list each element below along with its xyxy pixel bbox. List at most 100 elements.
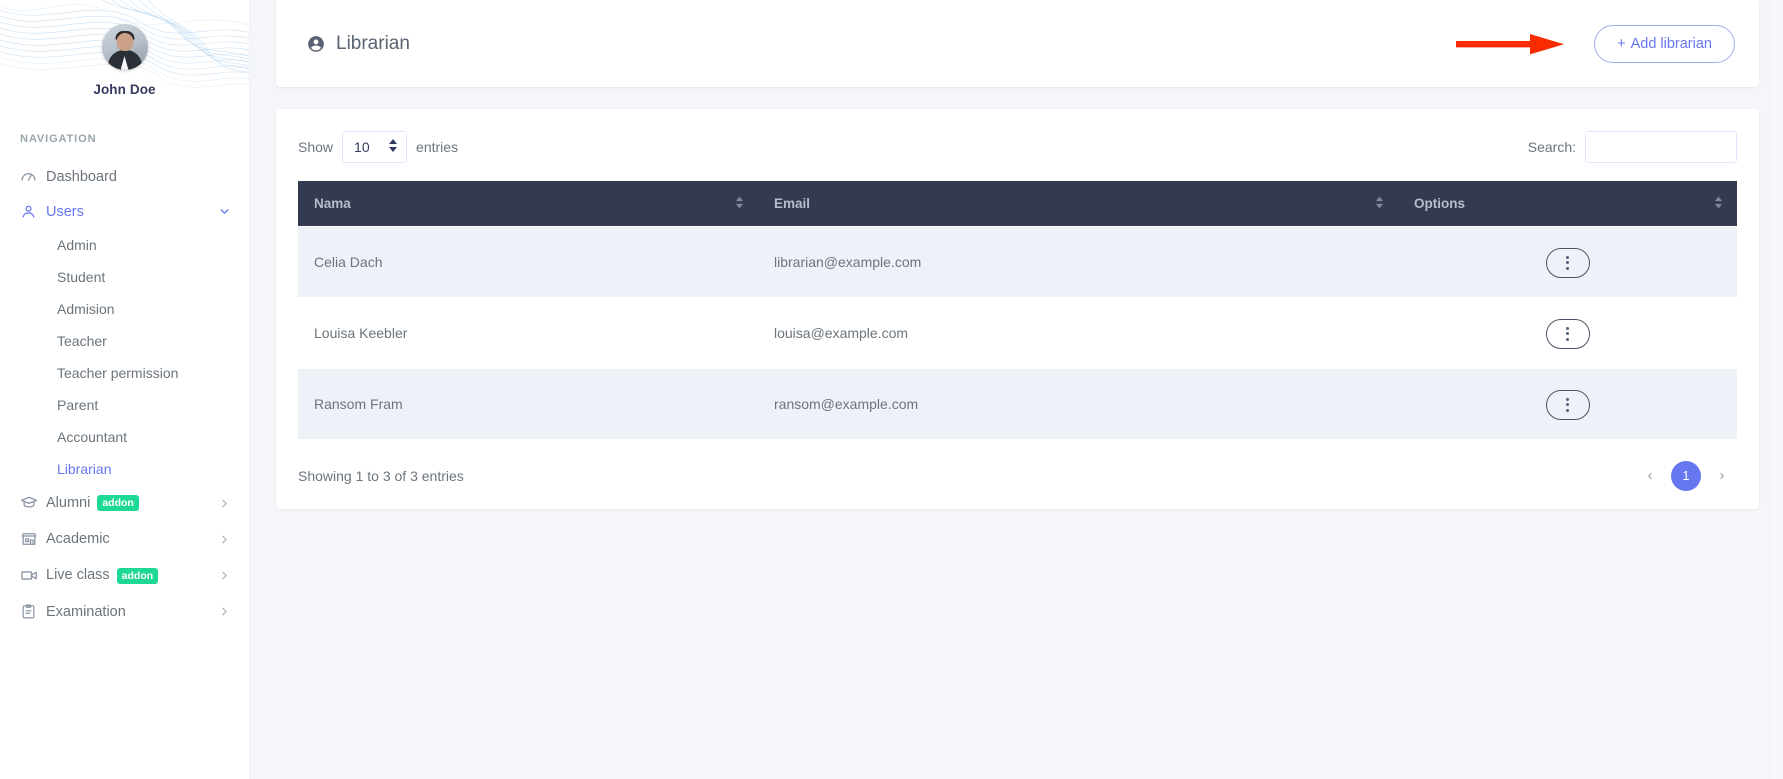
chevron-right-icon: [218, 605, 231, 618]
table-row: Celia Dach librarian@example.com: [298, 226, 1737, 298]
main-content: Librarian + Add librarian Show 10 entrie…: [250, 0, 1783, 779]
cell-email: librarian@example.com: [758, 226, 1398, 298]
addon-badge: addon: [97, 495, 139, 512]
search-label: Search:: [1527, 139, 1576, 155]
chevron-right-icon: [218, 497, 231, 510]
add-librarian-label: Add librarian: [1630, 35, 1712, 52]
column-header-label: Nama: [314, 196, 351, 211]
column-header-options[interactable]: Options: [1398, 181, 1737, 227]
column-header-email[interactable]: Email: [758, 181, 1398, 227]
table-head: Nama Email Options: [298, 181, 1737, 227]
sidebar-item-text: Live class: [46, 567, 110, 584]
page-length-select[interactable]: 10 25 50 100: [342, 131, 408, 163]
cell-name: Celia Dach: [298, 226, 758, 298]
add-librarian-button[interactable]: + Add librarian: [1594, 24, 1735, 63]
row-options-button[interactable]: [1545, 247, 1590, 278]
page-scrollbar[interactable]: [1773, 0, 1783, 779]
sidebar-item-label: Alumni addon: [46, 494, 218, 512]
sort-icon: [1714, 195, 1723, 212]
sidebar-subitem-teacher[interactable]: Teacher: [0, 325, 249, 357]
user-icon: [20, 203, 46, 220]
datatable-controls: Show 10 25 50 100: [298, 131, 1737, 181]
pagination-prev-button[interactable]: ‹: [1635, 461, 1665, 491]
sidebar-subitem-accountant[interactable]: Accountant: [0, 421, 249, 453]
page-header-actions: + Add librarian: [1456, 24, 1735, 63]
entries-label: entries: [416, 139, 459, 155]
sort-icon: [1375, 195, 1384, 212]
addon-badge: addon: [116, 567, 159, 584]
sidebar-item-label: Live class addon: [46, 567, 218, 584]
pagination: ‹ 1 ›: [1635, 460, 1737, 491]
cell-name: Louisa Keebler: [298, 296, 758, 369]
cell-email: ransom@example.com: [758, 367, 1398, 439]
column-header-label: Email: [774, 196, 811, 211]
sidebar-item-academic[interactable]: Academic: [0, 521, 249, 557]
clipboard-icon: [20, 603, 46, 620]
row-options-button[interactable]: [1545, 389, 1590, 420]
users-submenu: Admin Student Admision Teacher Teacher p…: [0, 229, 249, 485]
user-circle-icon: [306, 34, 326, 54]
sidebar-item-label: Users: [46, 203, 84, 220]
librarian-table: Nama Email Options Celia Dach librarian@…: [298, 181, 1737, 439]
datatable-search-control: Search:: [1528, 131, 1737, 163]
pagination-next-button[interactable]: ›: [1707, 461, 1737, 491]
sidebar-subitem-admision[interactable]: Admision: [0, 293, 249, 325]
nav-list: Dashboard Users Admin Student Admision T…: [0, 159, 249, 629]
plus-icon: +: [1617, 35, 1626, 52]
table-row: Louisa Keebler louisa@example.com: [298, 296, 1737, 369]
sidebar-content: John Doe NAVIGATION Dashboard Users Admi…: [0, 0, 249, 779]
sidebar-item-live-class[interactable]: Live class addon: [0, 557, 249, 594]
table-row: Ransom Fram ransom@example.com: [298, 367, 1737, 439]
chevron-right-icon: [218, 569, 231, 582]
datatable-footer: Showing 1 to 3 of 3 entries ‹ 1 ›: [298, 439, 1737, 491]
search-input[interactable]: [1585, 131, 1737, 163]
users-submenu-list: Admin Student Admision Teacher Teacher p…: [0, 229, 249, 485]
chevron-right-icon: [218, 533, 231, 546]
annotation-arrow-icon: [1456, 33, 1564, 54]
cell-email: louisa@example.com: [758, 296, 1398, 369]
sidebar-subitem-admin[interactable]: Admin: [0, 229, 249, 261]
cell-options: [1398, 367, 1737, 439]
sidebar-item-text: Alumni: [46, 494, 91, 511]
page-length-select-wrap: 10 25 50 100: [342, 131, 408, 163]
sidebar: John Doe NAVIGATION Dashboard Users Admi…: [0, 0, 250, 779]
sidebar-item-alumni[interactable]: Alumni addon: [0, 485, 249, 521]
table-header-row: Nama Email Options: [298, 181, 1737, 227]
column-header-nama[interactable]: Nama: [298, 181, 758, 227]
profile-name: John Doe: [93, 82, 156, 97]
cell-options: [1398, 296, 1737, 369]
sidebar-item-users[interactable]: Users: [0, 194, 249, 229]
cell-options: [1398, 226, 1737, 298]
page-title: Librarian: [306, 33, 410, 55]
nav-section-header: NAVIGATION: [20, 133, 97, 145]
school-building-icon: [20, 530, 46, 548]
page-header-card: Librarian + Add librarian: [276, 0, 1759, 87]
sidebar-subitem-teacher-permission[interactable]: Teacher permission: [0, 357, 249, 389]
sidebar-item-label: Dashboard: [46, 168, 117, 185]
sidebar-item-dashboard[interactable]: Dashboard: [0, 159, 249, 194]
sort-icon: [735, 195, 744, 212]
sidebar-subitem-student[interactable]: Student: [0, 261, 249, 293]
vertical-dots-icon: [1566, 397, 1569, 413]
vertical-dots-icon: [1566, 255, 1569, 271]
column-header-label: Options: [1414, 196, 1465, 211]
table-body: Celia Dach librarian@example.com Louisa …: [298, 226, 1737, 439]
sidebar-item-label: Examination: [46, 603, 126, 620]
cell-name: Ransom Fram: [298, 367, 758, 439]
sidebar-subitem-parent[interactable]: Parent: [0, 389, 249, 421]
graduation-cap-icon: [20, 494, 46, 512]
show-label: Show: [298, 139, 334, 155]
chevron-down-icon: [218, 205, 231, 218]
datatable-length-control: Show 10 25 50 100: [298, 131, 458, 163]
datatable-info: Showing 1 to 3 of 3 entries: [298, 467, 464, 484]
video-camera-icon: [20, 566, 46, 585]
librarian-table-card: Show 10 25 50 100: [276, 109, 1759, 509]
app-root: John Doe NAVIGATION Dashboard Users Admi…: [0, 0, 1783, 779]
row-options-button[interactable]: [1545, 318, 1590, 349]
sidebar-profile: John Doe: [0, 0, 249, 97]
sidebar-item-examination[interactable]: Examination: [0, 594, 249, 629]
vertical-dots-icon: [1566, 326, 1569, 342]
dashboard-gauge-icon: [20, 168, 46, 185]
pagination-page-1[interactable]: 1: [1671, 460, 1701, 491]
sidebar-subitem-librarian[interactable]: Librarian: [0, 453, 249, 485]
